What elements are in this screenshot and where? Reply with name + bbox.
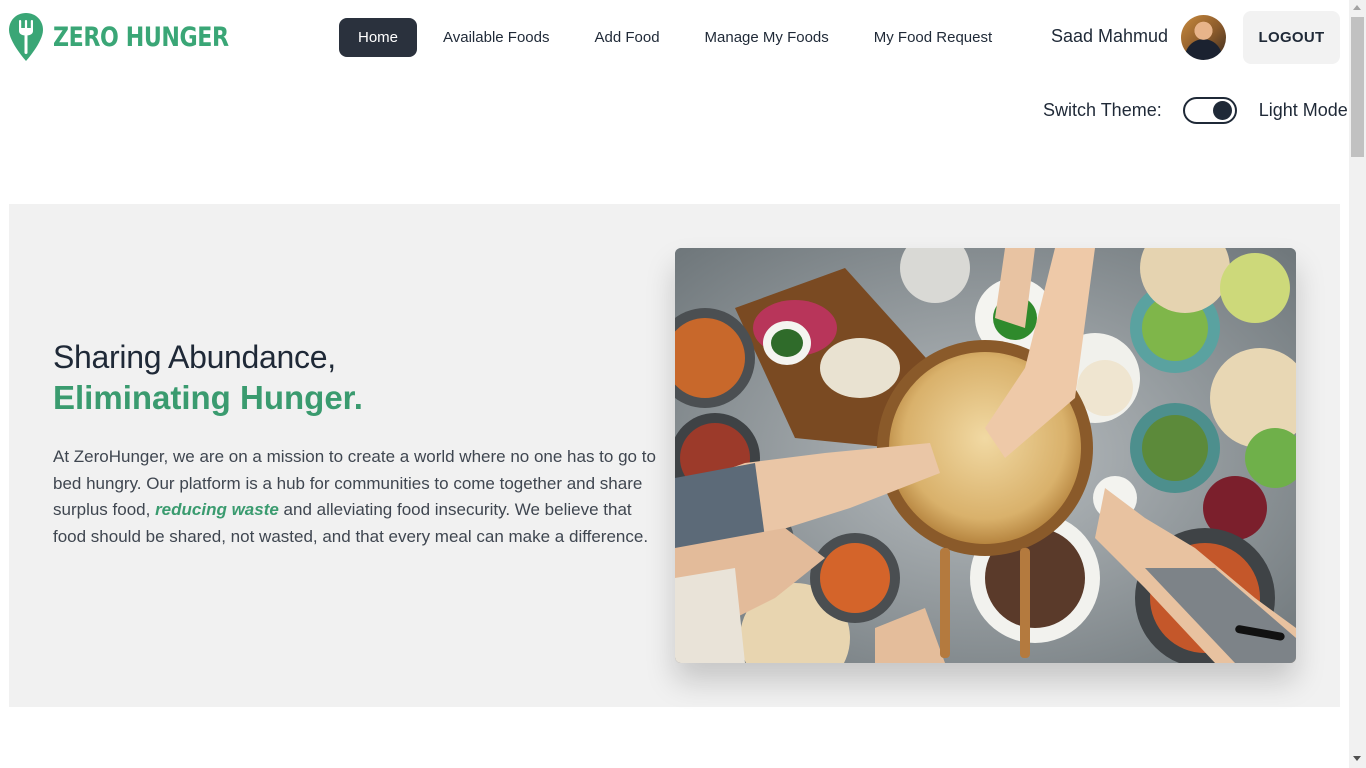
nav-link-home[interactable]: Home <box>339 18 418 57</box>
nav-link-add-food[interactable]: Add Food <box>576 18 677 57</box>
brand-name: ZERO HUNGER <box>53 21 229 53</box>
logout-button[interactable]: LOGOUT <box>1243 11 1340 64</box>
scroll-down-arrow-icon[interactable] <box>1353 756 1361 761</box>
theme-mode-label: Light Mode <box>1258 100 1348 120</box>
hero-banner: Sharing Abundance, Eliminating Hunger. A… <box>9 204 1340 707</box>
brand-logo[interactable]: ZERO HUNGER <box>8 12 267 62</box>
hero-food-image <box>675 248 1296 663</box>
logo-fork-icon <box>9 13 43 61</box>
theme-switch-label: Switch Theme: <box>1043 100 1162 120</box>
theme-toggle-knob <box>1212 101 1232 120</box>
user-name: Saad Mahmud <box>1051 26 1169 46</box>
scroll-thumb[interactable] <box>1351 17 1364 157</box>
nav-link-available-foods[interactable]: Available Foods <box>425 18 567 57</box>
hero-title-line2: Eliminating Hunger. <box>53 379 363 416</box>
food-sharing-illustration <box>675 248 1296 663</box>
hero-title-line1: Sharing Abundance, <box>53 339 336 375</box>
hero-description-highlight: reducing waste <box>155 500 279 519</box>
hero-description: At ZeroHunger, we are on a mission to cr… <box>53 444 663 550</box>
main-nav: Home Available Foods Add Food Manage My … <box>339 18 1019 57</box>
page-scrollbar[interactable] <box>1349 0 1366 768</box>
theme-toggle[interactable] <box>1182 97 1237 124</box>
avatar[interactable] <box>1181 15 1226 60</box>
nav-link-manage-my-foods[interactable]: Manage My Foods <box>687 18 847 57</box>
scroll-up-arrow-icon[interactable] <box>1353 5 1361 10</box>
navbar: ZERO HUNGER Home Available Foods Add Foo… <box>0 0 1349 76</box>
nav-link-my-food-request[interactable]: My Food Request <box>856 18 1010 57</box>
theme-switcher: Switch Theme: Light Mode <box>1043 97 1348 124</box>
